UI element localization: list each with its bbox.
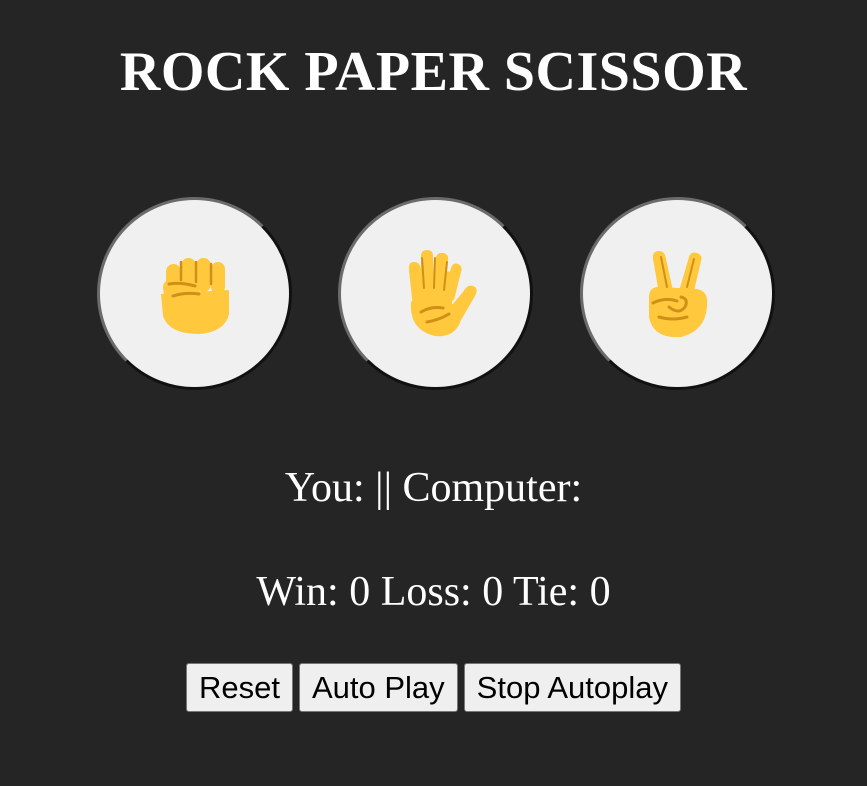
page-title: ROCK PAPER SCISSOR: [119, 41, 748, 103]
result-text: You: || Computer:: [284, 465, 583, 511]
stop-autoplay-button[interactable]: Stop Autoplay: [463, 663, 681, 712]
raised-fist-icon: [160, 257, 229, 334]
control-bar: Reset Auto Play Stop Autoplay: [0, 663, 867, 712]
auto-play-button[interactable]: Auto Play: [298, 663, 458, 712]
reset-button[interactable]: Reset: [185, 663, 293, 712]
rock-button[interactable]: [97, 197, 292, 390]
score-text: Win: 0 Loss: 0 Tie: 0: [256, 569, 611, 615]
raised-hand-icon: [408, 249, 477, 336]
paper-button[interactable]: [338, 197, 533, 390]
victory-hand-icon: [648, 250, 707, 337]
scissors-button[interactable]: [580, 197, 775, 390]
